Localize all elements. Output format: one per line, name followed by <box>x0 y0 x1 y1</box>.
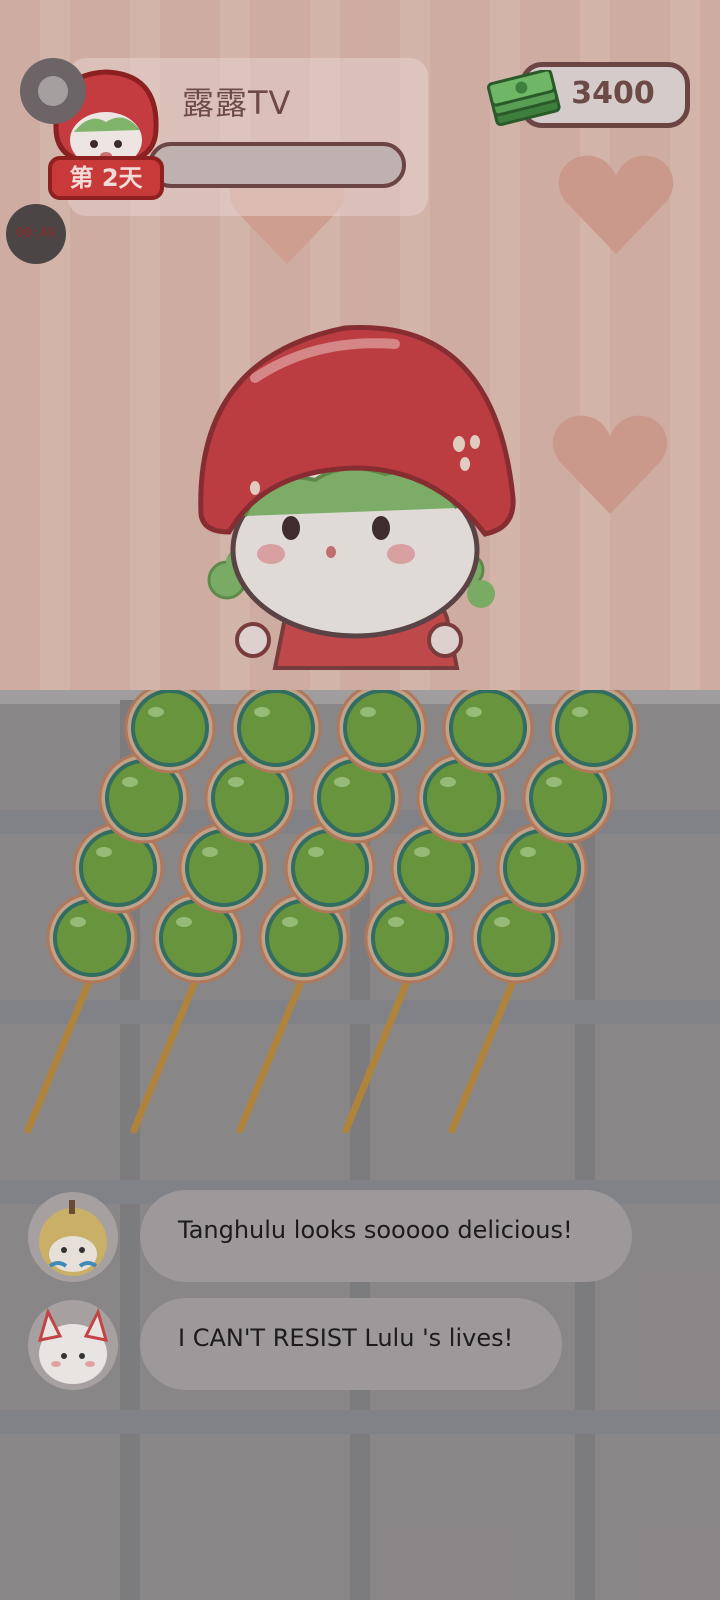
timer-button[interactable]: 00:49 <box>6 204 66 264</box>
coin-value: 3400 <box>571 76 655 111</box>
bunny-avatar <box>28 1300 118 1390</box>
streamer-name: 露露TV <box>182 84 292 122</box>
cash-stack-icon <box>487 70 561 126</box>
game-stage: 露露TV 第 2天 00:49 3400 Tanghulu looks sooo… <box>0 0 720 1600</box>
menu-button[interactable] <box>20 58 86 124</box>
chick-avatar <box>28 1192 118 1282</box>
timer-text: 00:49 <box>16 226 56 241</box>
chat-message: I CAN'T RESIST Lulu 's lives! <box>28 1298 668 1390</box>
menu-icon <box>38 76 68 106</box>
chat-message: Tanghulu looks sooooo delicious! <box>28 1190 668 1282</box>
chat-message-text: Tanghulu looks sooooo delicious! <box>178 1216 573 1244</box>
day-badge: 第 2天 <box>48 156 164 200</box>
chat-message-text: I CAN'T RESIST Lulu 's lives! <box>178 1324 514 1352</box>
day-progress-bar <box>148 142 406 188</box>
